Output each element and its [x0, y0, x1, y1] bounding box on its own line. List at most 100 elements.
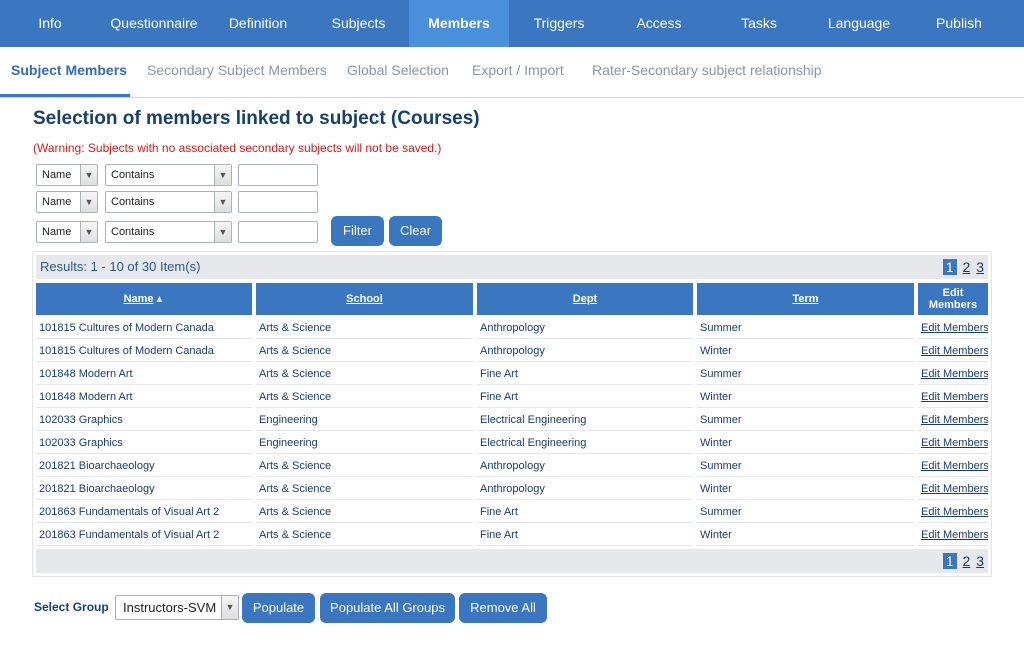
subtab-subject-members[interactable]: Subject Members: [0, 47, 130, 97]
cell-term: Summer: [697, 364, 914, 385]
populate-button[interactable]: Populate: [242, 593, 315, 623]
cell-name: 101815 Cultures of Modern Canada: [36, 318, 252, 339]
page-link-3[interactable]: 3: [976, 553, 984, 569]
populate-all-groups-button[interactable]: Populate All Groups: [320, 593, 455, 623]
table-row: 101815 Cultures of Modern Canada Arts & S…: [36, 341, 988, 363]
subtab-export-import[interactable]: Export / Import: [472, 47, 564, 97]
subtab-rater-secondary[interactable]: Rater-Secondary subject relationship: [592, 47, 822, 97]
tab-tasks[interactable]: Tasks: [709, 0, 809, 47]
edit-members-link[interactable]: Edit Members: [918, 410, 988, 431]
cell-name: 102033 Graphics: [36, 410, 252, 431]
select-group-label: Select Group: [34, 600, 109, 614]
tab-access[interactable]: Access: [609, 0, 709, 47]
filter-field-value: Name: [42, 169, 72, 181]
cell-name: 201821 Bioarchaeology: [36, 479, 252, 500]
cell-dept: Fine Art: [477, 502, 693, 523]
cell-school: Arts & Science: [256, 525, 473, 546]
cell-term: Summer: [697, 502, 914, 523]
tab-publish[interactable]: Publish: [909, 0, 1009, 47]
table-row: 201863 Fundamentals of Visual Art 2 Arts …: [36, 502, 988, 524]
column-header-edit-members: Edit Members: [918, 283, 988, 315]
chevron-down-icon: ▼: [80, 222, 97, 242]
chevron-down-icon: ▼: [214, 222, 231, 242]
edit-members-link[interactable]: Edit Members: [918, 341, 988, 362]
column-header-label: Name: [123, 293, 154, 305]
table-row: 201821 Bioarchaeology Arts & Science Anthr…: [36, 479, 988, 501]
filter-value-input-2[interactable]: [238, 191, 318, 213]
filter-field-select-3[interactable]: Name ▼: [36, 221, 98, 243]
page-link-2[interactable]: 2: [963, 553, 971, 569]
table-row: 102033 Graphics Engineering Electrical Eng…: [36, 433, 988, 455]
cell-term: Winter: [697, 479, 914, 500]
group-select-value: Instructors-SVM: [123, 600, 217, 615]
filter-field-select-1[interactable]: Name ▼: [36, 164, 98, 186]
group-select[interactable]: Instructors-SVM ▼: [115, 595, 239, 620]
edit-members-link[interactable]: Edit Members: [918, 479, 988, 500]
edit-members-link[interactable]: Edit Members: [918, 318, 988, 339]
cell-school: Arts & Science: [256, 318, 473, 339]
cell-school: Arts & Science: [256, 387, 473, 408]
results-count: Results: 1 - 10 of 30 Item(s): [40, 259, 201, 274]
edit-members-link[interactable]: Edit Members: [918, 387, 988, 408]
cell-dept: Fine Art: [477, 387, 693, 408]
top-nav: Info Questionnaire Definition Subjects M…: [0, 0, 1024, 47]
filter-button[interactable]: Filter: [331, 216, 384, 246]
tab-questionnaire[interactable]: Questionnaire: [100, 0, 208, 47]
cell-dept: Anthropology: [477, 456, 693, 477]
filter-operator-select-2[interactable]: Contains ▼: [105, 191, 232, 213]
remove-all-button[interactable]: Remove All: [459, 593, 547, 623]
chevron-down-icon: ▼: [80, 192, 97, 212]
filter-value-input-3[interactable]: [238, 221, 318, 243]
edit-members-link[interactable]: Edit Members: [918, 364, 988, 385]
filter-field-select-2[interactable]: Name ▼: [36, 191, 98, 213]
page-title: Selection of members linked to subject (…: [33, 108, 480, 129]
filter-operator-select-3[interactable]: Contains ▼: [105, 221, 232, 243]
table-row: 201863 Fundamentals of Visual Art 2 Arts …: [36, 525, 988, 547]
cell-name: 201863 Fundamentals of Visual Art 2: [36, 525, 252, 546]
column-header-term[interactable]: Term: [697, 283, 914, 315]
filter-operator-select-1[interactable]: Contains ▼: [105, 164, 232, 186]
page-link-1[interactable]: 1: [942, 259, 957, 275]
tab-members[interactable]: Members: [409, 0, 509, 47]
cell-term: Winter: [697, 387, 914, 408]
tab-subjects[interactable]: Subjects: [308, 0, 409, 47]
cell-name: 101848 Modern Art: [36, 387, 252, 408]
subtab-global-selection[interactable]: Global Selection: [347, 47, 449, 97]
cell-term: Winter: [697, 525, 914, 546]
chevron-down-icon: ▼: [214, 165, 231, 185]
filter-value-input-1[interactable]: [238, 164, 318, 186]
filter-field-value: Name: [42, 196, 72, 208]
page-link-3[interactable]: 3: [976, 259, 984, 275]
edit-members-link[interactable]: Edit Members: [918, 525, 988, 546]
tab-language[interactable]: Language: [809, 0, 909, 47]
cell-term: Summer: [697, 318, 914, 339]
clear-button[interactable]: Clear: [389, 216, 442, 246]
cell-term: Winter: [697, 433, 914, 454]
edit-members-link[interactable]: Edit Members: [918, 433, 988, 454]
filter-operator-value: Contains: [111, 226, 155, 238]
tab-definition[interactable]: Definition: [208, 0, 308, 47]
cell-term: Summer: [697, 410, 914, 431]
cell-school: Engineering: [256, 410, 473, 431]
page-link-2[interactable]: 2: [963, 259, 971, 275]
cell-dept: Anthropology: [477, 318, 693, 339]
tab-info[interactable]: Info: [0, 0, 100, 47]
subtab-secondary-subject-members[interactable]: Secondary Subject Members: [147, 47, 327, 97]
chevron-down-icon: ▼: [80, 165, 97, 185]
column-header-school[interactable]: School: [256, 283, 473, 315]
page-link-1[interactable]: 1: [942, 553, 957, 569]
column-header-name[interactable]: Name▲: [36, 283, 252, 315]
tab-triggers[interactable]: Triggers: [509, 0, 609, 47]
edit-members-link[interactable]: Edit Members: [918, 456, 988, 477]
cell-school: Engineering: [256, 433, 473, 454]
cell-name: 101848 Modern Art: [36, 364, 252, 385]
column-header-label: Edit: [942, 287, 964, 299]
table-row: 102033 Graphics Engineering Electrical Eng…: [36, 410, 988, 432]
chevron-down-icon: ▼: [214, 192, 231, 212]
cell-dept: Fine Art: [477, 364, 693, 385]
column-header-dept[interactable]: Dept: [477, 283, 693, 315]
cell-name: 102033 Graphics: [36, 433, 252, 454]
cell-dept: Anthropology: [477, 341, 693, 362]
edit-members-link[interactable]: Edit Members: [918, 502, 988, 523]
cell-school: Arts & Science: [256, 341, 473, 362]
